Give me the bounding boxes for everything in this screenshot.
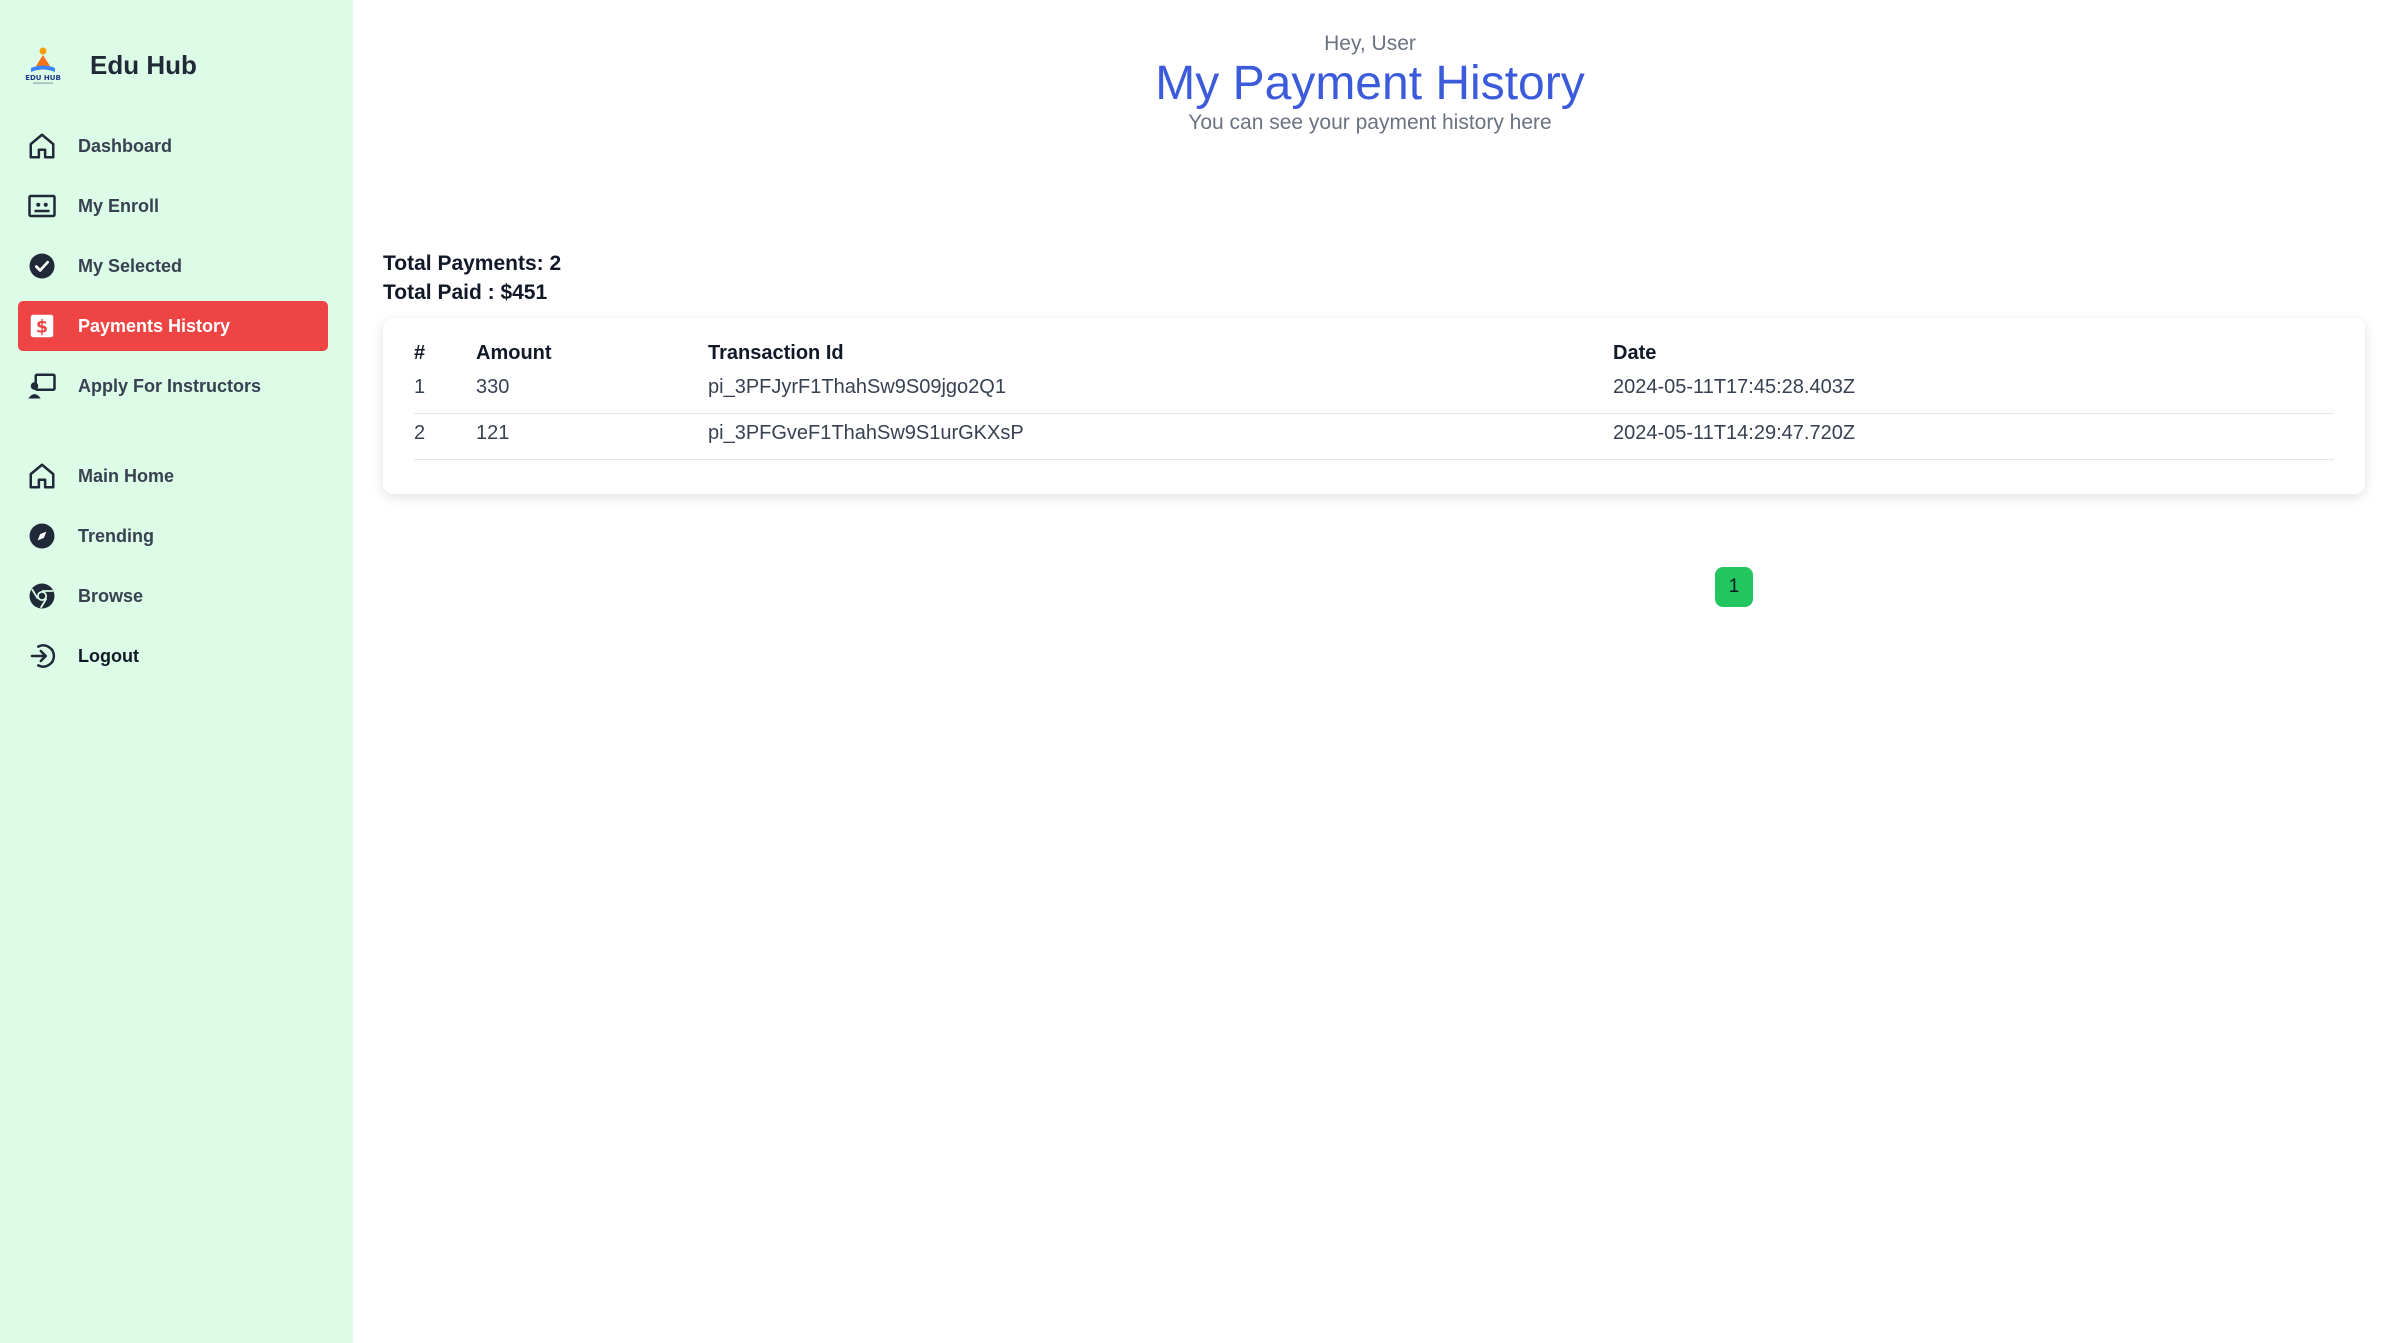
sidebar-item-label: My Selected bbox=[78, 255, 183, 276]
dollar-icon: $ bbox=[26, 310, 58, 342]
sidebar-item-dashboard[interactable]: Dashboard bbox=[18, 121, 328, 171]
sidebar-item-label: Payments History bbox=[78, 315, 231, 336]
row-divider bbox=[414, 413, 2334, 414]
sidebar-item-label: Main Home bbox=[78, 465, 175, 486]
brand[interactable]: EDU HUB Edu Hub bbox=[24, 40, 197, 90]
instructor-icon bbox=[26, 370, 58, 402]
sidebar-item-apply-for-instructors[interactable]: Apply For Instructors bbox=[18, 361, 328, 411]
pagination-page-button[interactable]: 1 bbox=[1715, 567, 1753, 607]
logo-text: EDU HUB bbox=[25, 74, 61, 82]
cell-date: 2024-05-11T17:45:28.403Z bbox=[1613, 376, 1856, 398]
page-title: My Payment History bbox=[1155, 57, 1585, 110]
cell-transaction-id: pi_3PFJyrF1ThahSw9S09jgo2Q1 bbox=[708, 376, 1006, 398]
sidebar-item-label: Dashboard bbox=[78, 135, 173, 156]
sidebar-item-label: My Enroll bbox=[78, 195, 160, 216]
brand-name: Edu Hub bbox=[90, 49, 197, 80]
main-content: Hey, User My Payment History You can see… bbox=[353, 0, 2387, 1343]
sidebar-item-logout[interactable]: Logout bbox=[18, 631, 328, 681]
total-paid: Total Paid : $451 bbox=[383, 281, 548, 304]
sidebar: EDU HUB Edu Hub Dashboard My Enroll My S… bbox=[0, 0, 353, 1343]
column-header-transaction-id: Transaction Id bbox=[708, 342, 844, 364]
browser-icon bbox=[26, 580, 58, 612]
cell-amount: 330 bbox=[476, 376, 510, 398]
sidebar-item-my-enroll[interactable]: My Enroll bbox=[18, 181, 328, 231]
edu-hub-logo-icon: EDU HUB bbox=[25, 47, 61, 84]
logout-icon bbox=[26, 640, 58, 672]
cell-index: 1 bbox=[414, 376, 426, 398]
home-icon bbox=[26, 130, 58, 162]
cell-transaction-id: pi_3PFGveF1ThahSw9S1urGKXsP bbox=[708, 422, 1024, 444]
column-header-index: # bbox=[414, 342, 426, 364]
compass-icon bbox=[26, 520, 58, 552]
home-icon bbox=[26, 460, 58, 492]
sidebar-item-main-home[interactable]: Main Home bbox=[18, 451, 328, 501]
total-payments: Total Payments: 2 bbox=[383, 252, 562, 275]
row-divider bbox=[414, 459, 2334, 460]
sidebar-item-label: Trending bbox=[78, 525, 154, 546]
column-header-amount: Amount bbox=[476, 342, 552, 364]
sidebar-item-trending[interactable]: Trending bbox=[18, 511, 328, 561]
payments-table: # Amount Transaction Id Date 1 330 pi_3P… bbox=[383, 318, 2365, 494]
sidebar-item-label: Apply For Instructors bbox=[78, 375, 262, 396]
page-subtitle: You can see your payment history here bbox=[1188, 111, 1552, 134]
sidebar-item-payments-history[interactable]: $ Payments History bbox=[18, 301, 328, 351]
cell-amount: 121 bbox=[476, 422, 510, 444]
sidebar-item-browse[interactable]: Browse bbox=[18, 571, 328, 621]
svg-text:$: $ bbox=[36, 317, 48, 337]
cell-index: 2 bbox=[414, 422, 426, 444]
sidebar-item-my-selected[interactable]: My Selected bbox=[18, 241, 328, 291]
greeting: Hey, User bbox=[1324, 32, 1416, 55]
enroll-icon bbox=[26, 190, 58, 222]
cell-date: 2024-05-11T14:29:47.720Z bbox=[1613, 422, 1856, 444]
sidebar-item-label: Logout bbox=[78, 645, 139, 666]
check-circle-icon bbox=[26, 250, 58, 282]
column-header-date: Date bbox=[1613, 342, 1657, 364]
sidebar-item-label: Browse bbox=[78, 585, 144, 606]
